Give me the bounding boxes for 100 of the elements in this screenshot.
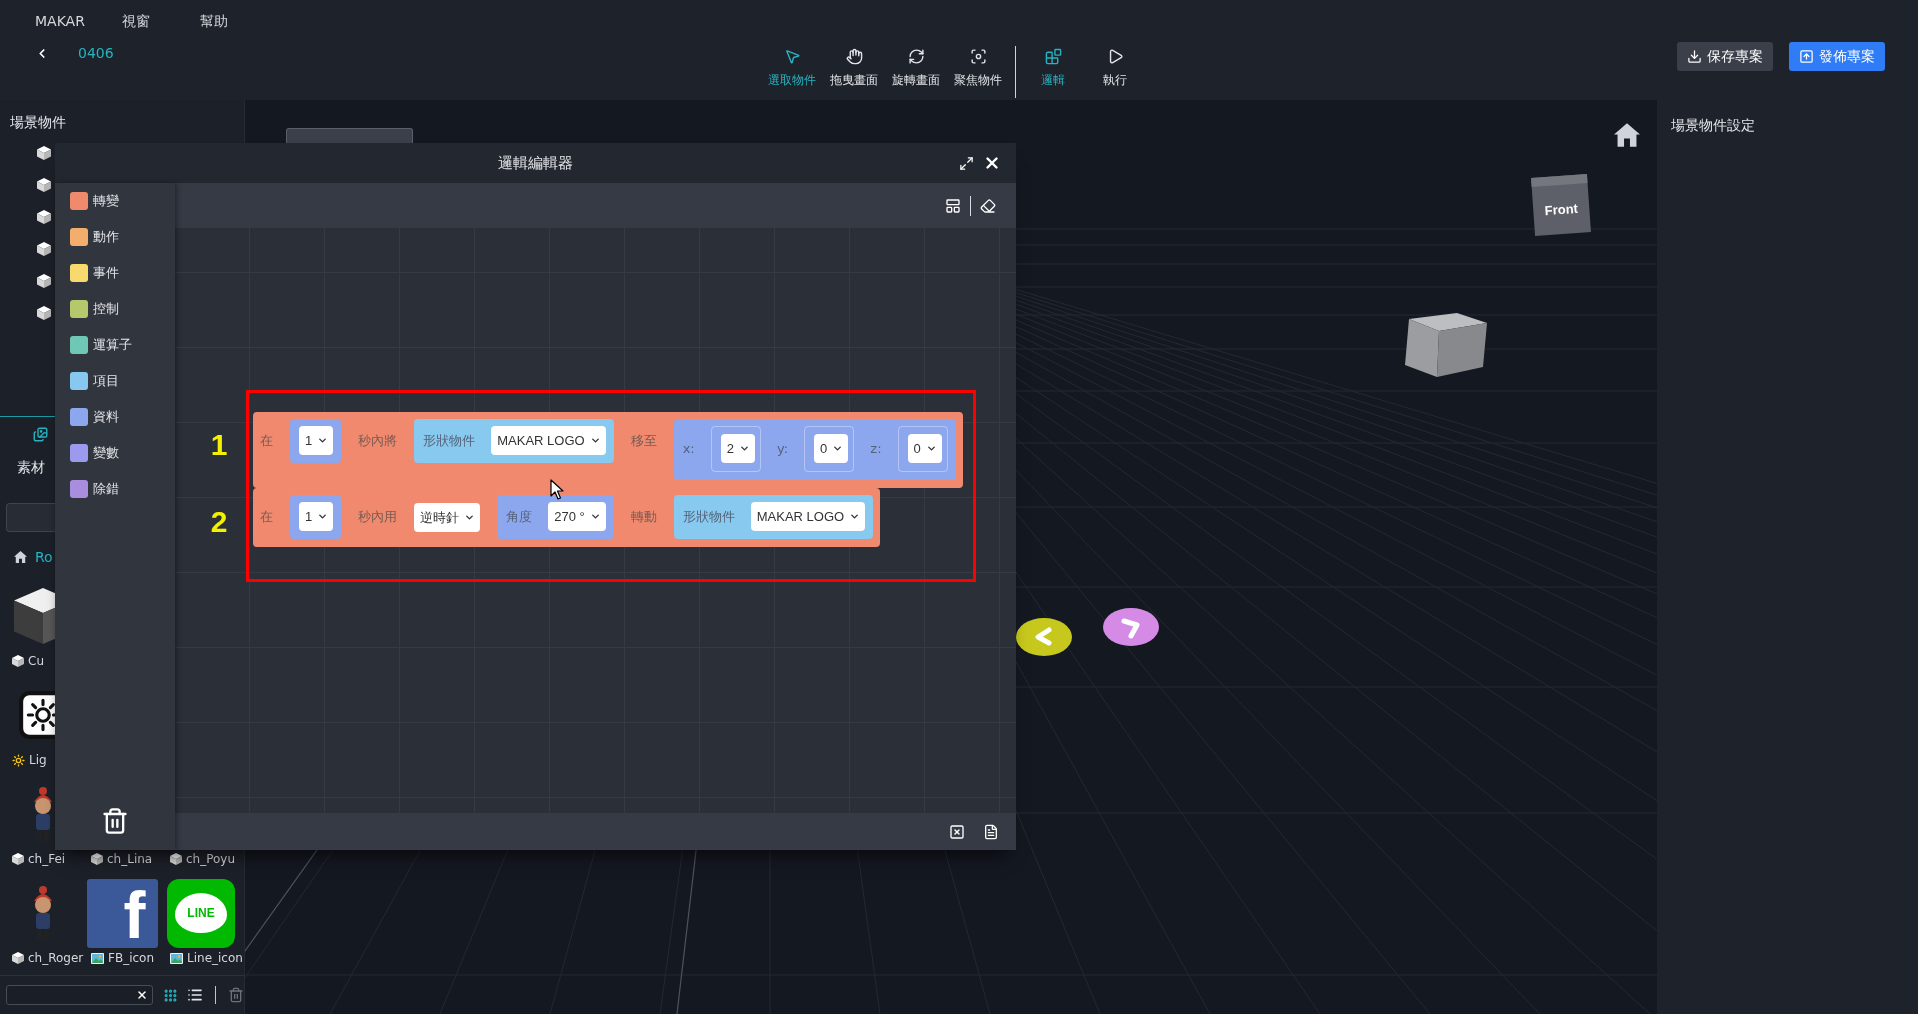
value-block[interactable]: 角度 270 ° [497,495,614,539]
dropdown[interactable]: 逆時針 [414,503,481,532]
home-icon[interactable] [1614,123,1640,147]
dropdown[interactable]: 1 [299,426,334,455]
view-cube[interactable]: Front [1531,174,1591,236]
category-item[interactable]: 項目 [55,363,175,399]
focus-icon [969,48,987,65]
value-block[interactable]: 1 [290,495,342,539]
project-name: 0406 [78,44,114,62]
block-label: z: [870,440,882,458]
trash-icon[interactable] [101,807,129,835]
step-number: 2 [209,504,229,540]
close-icon[interactable] [983,154,1001,172]
logic-block[interactable]: 在 1 秒內用 逆時針 角度 270 ° 轉動 形狀物件 MAKAR LOGO [253,488,881,547]
delete-icon[interactable] [228,987,244,1003]
x-box-icon[interactable] [949,823,965,840]
layout-icon[interactable] [945,197,961,214]
gallery-icon [33,427,48,442]
save-button[interactable]: 保存專案 [1677,42,1773,71]
value-block[interactable]: x: 2 y: 0 z: 0 [673,419,956,480]
asset-name: Cu [28,653,44,669]
home-icon[interactable] [14,551,27,563]
eraser-icon[interactable] [980,197,996,214]
block-label: 形狀物件 [682,507,735,526]
assets-tab[interactable]: 素材 [0,417,48,496]
notes-icon[interactable] [983,823,999,840]
menu-item[interactable]: MAKAR [35,12,85,30]
asset-name: Lig [29,752,47,768]
dropdown[interactable]: 0 [814,434,849,463]
tool-button[interactable]: 選取物件 [761,46,823,87]
facebook-logo[interactable]: f [86,878,158,948]
cube-icon [170,853,182,865]
category-item[interactable]: 運算子 [55,327,175,363]
tool-button[interactable]: 拖曳畫面 [823,46,885,87]
chevron-disc-icon [1016,618,1072,656]
block-label: 在 [260,508,273,526]
chevron-down-icon [738,443,750,454]
dropdown[interactable]: 270 ° [548,502,606,531]
logic-block[interactable]: 在 1 秒內將 形狀物件 MAKAR LOGO 移至 x: 2 y: 0 z: 0 [253,412,963,488]
dropdown[interactable]: 0 [907,434,942,463]
block-label: 在 [260,432,273,450]
category-item[interactable]: 資料 [55,399,175,435]
block-label: y: [776,440,789,458]
block-label: 移至 [630,432,657,450]
expand-icon[interactable] [959,155,974,171]
cube-icon [91,853,103,865]
menu-item[interactable]: 視窗 [122,12,150,30]
chevron-down-icon [849,511,861,522]
value-block[interactable]: 形狀物件 MAKAR LOGO [414,419,614,463]
tool-button[interactable]: 旋轉畫面 [885,46,947,87]
breadcrumb-link[interactable]: Ro [35,547,53,567]
chevron-down-icon [464,512,476,523]
value-block[interactable]: 1 [290,419,342,463]
clear-icon[interactable] [136,989,148,1001]
list-view-icon[interactable] [187,987,203,1003]
hand-icon [845,48,863,65]
dropdown[interactable]: MAKAR LOGO [491,426,606,455]
cube-icon [12,853,24,865]
chevron-down-icon [925,443,937,454]
asset-name: ch_Lina [107,851,153,867]
value-block[interactable]: 形狀物件 MAKAR LOGO [673,495,874,539]
asset-name: ch_Roger [28,950,84,966]
mouse-pointer-icon [550,479,564,500]
mode-button[interactable]: 執行 [1084,46,1146,87]
category-item[interactable]: 控制 [55,291,175,327]
asset-name: ch_Fei [28,851,66,867]
mode-button[interactable]: 邏輯 [1022,46,1084,87]
category-item[interactable]: 變數 [55,435,175,471]
cube-icon [37,306,51,320]
cube-icon [37,146,51,160]
step-number: 1 [209,427,229,463]
blocks-icon [1044,48,1062,65]
category-item[interactable]: 動作 [55,219,175,255]
dropdown[interactable]: 1 [299,502,334,531]
sun-icon [12,753,25,767]
menu-item[interactable]: 幫助 [200,12,228,30]
search-field[interactable] [6,503,55,532]
dropdown[interactable]: MAKAR LOGO [750,502,866,531]
filter-field[interactable] [6,985,153,1005]
editor-title: 邏輯編輯器 [498,153,573,173]
grid-view-icon[interactable] [163,987,178,1003]
mode-switch-button[interactable] [286,128,413,143]
chevron-down-icon [589,511,601,522]
asset-name: Line_icon [187,950,243,966]
cube-icon [37,242,51,256]
dropdown[interactable]: 2 [720,434,755,463]
panel-title: 場景物件設定 [1671,116,1756,135]
chevron-down-icon [317,511,329,522]
category-item[interactable]: 除錯 [55,471,175,507]
category-item[interactable]: 轉變 [55,183,175,219]
image-icon [170,952,183,964]
tool-button[interactable]: 聚焦物件 [947,46,1009,87]
category-item[interactable]: 事件 [55,255,175,291]
upload-icon [1799,49,1814,64]
block-label: 角度 [506,507,533,526]
block-label: x: [682,440,695,458]
download-icon [1687,49,1702,64]
block-label: 秒內用 [358,508,398,526]
publish-button[interactable]: 發佈專案 [1789,42,1885,71]
chevron-down-icon [317,435,329,446]
